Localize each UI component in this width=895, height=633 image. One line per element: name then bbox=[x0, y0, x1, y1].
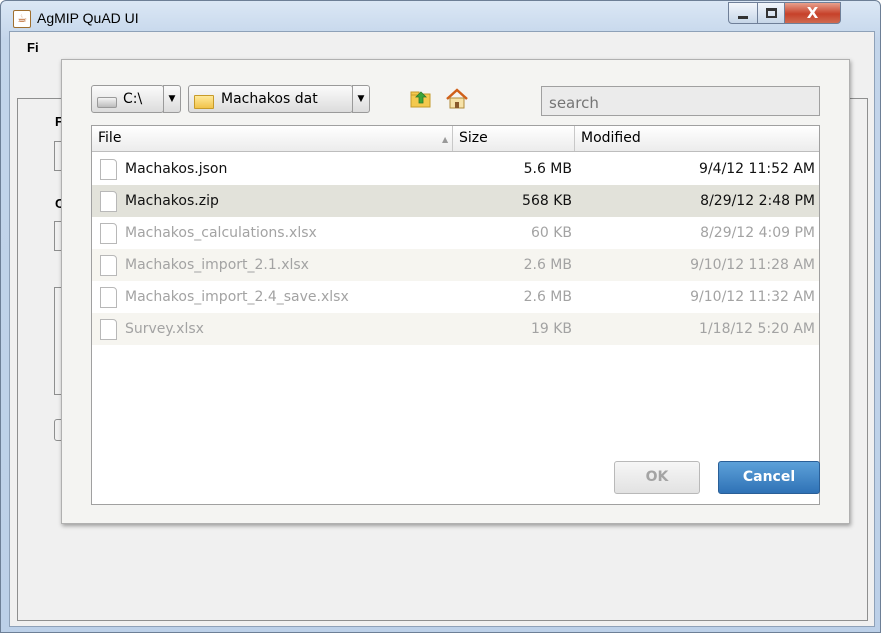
file-table: File ▲ Size Modified Machakos.json 5.6 MB… bbox=[91, 125, 820, 505]
close-button[interactable]: X bbox=[784, 2, 841, 24]
minimize-icon bbox=[738, 16, 748, 19]
file-name-cell: Survey.xlsx bbox=[125, 321, 204, 337]
ok-button[interactable]: OK bbox=[614, 461, 700, 494]
folder-combo-value: Machakos dat bbox=[221, 91, 318, 107]
folder-combo-arrow[interactable]: ▼ bbox=[352, 85, 370, 113]
table-row[interactable]: Machakos.zip 568 KB 8/29/12 2:48 PM bbox=[92, 185, 819, 217]
column-header-size[interactable]: Size bbox=[453, 126, 575, 151]
cancel-button[interactable]: Cancel bbox=[718, 461, 820, 494]
drive-combo-arrow[interactable]: ▼ bbox=[163, 85, 181, 113]
java-app-icon: ☕ bbox=[13, 10, 31, 28]
up-folder-icon[interactable] bbox=[410, 88, 432, 108]
table-row: Machakos_import_2.4_save.xlsx 2.6 MB 9/10/… bbox=[92, 281, 819, 313]
file-name-cell: Machakos.json bbox=[125, 161, 228, 177]
file-icon bbox=[100, 287, 117, 308]
file-modified-cell: 1/18/12 5:20 AM bbox=[699, 321, 815, 337]
search-input[interactable] bbox=[541, 86, 820, 116]
file-name-cell: Machakos_import_2.1.xlsx bbox=[125, 257, 309, 273]
file-modified-cell: 9/10/12 11:28 AM bbox=[690, 257, 815, 273]
home-icon[interactable] bbox=[445, 88, 469, 110]
window-title: AgMIP QuAD UI bbox=[37, 10, 139, 26]
column-header-modified[interactable]: Modified bbox=[575, 126, 819, 151]
file-size-cell: 568 KB bbox=[522, 193, 572, 209]
table-row[interactable]: Machakos.json 5.6 MB 9/4/12 11:52 AM bbox=[92, 153, 819, 185]
file-name-cell: Machakos_import_2.4_save.xlsx bbox=[125, 289, 349, 305]
file-size-cell: 5.6 MB bbox=[523, 161, 572, 177]
drive-icon bbox=[97, 97, 117, 108]
file-modified-cell: 9/10/12 11:32 AM bbox=[690, 289, 815, 305]
menu-file-partial[interactable]: Fi bbox=[27, 40, 39, 55]
close-icon: X bbox=[806, 4, 819, 22]
file-name-cell: Machakos.zip bbox=[125, 193, 219, 209]
file-modified-cell: 8/29/12 2:48 PM bbox=[700, 193, 815, 209]
folder-icon bbox=[194, 95, 214, 109]
maximize-icon bbox=[766, 8, 777, 18]
minimize-button[interactable] bbox=[728, 2, 758, 24]
file-icon bbox=[100, 255, 117, 276]
column-header-file[interactable]: File bbox=[92, 126, 453, 151]
file-size-cell: 19 KB bbox=[530, 321, 572, 337]
file-modified-cell: 9/4/12 11:52 AM bbox=[699, 161, 815, 177]
drive-combo-value: C:\ bbox=[123, 91, 143, 107]
file-modified-cell: 8/29/12 4:09 PM bbox=[700, 225, 815, 241]
file-icon bbox=[100, 319, 117, 340]
file-size-cell: 60 KB bbox=[530, 225, 572, 241]
sort-ascending-icon: ▲ bbox=[442, 135, 449, 144]
table-row: Survey.xlsx 19 KB 1/18/12 5:20 AM bbox=[92, 313, 819, 345]
table-row: Machakos_import_2.1.xlsx 2.6 MB 9/10/12 11… bbox=[92, 249, 819, 281]
table-header: File ▲ Size Modified bbox=[92, 126, 819, 152]
file-icon bbox=[100, 159, 117, 180]
title-bar[interactable]: ☕ AgMIP QuAD UI X bbox=[1, 1, 880, 31]
file-icon bbox=[100, 223, 117, 244]
file-name-cell: Machakos_calculations.xlsx bbox=[125, 225, 317, 241]
file-icon bbox=[100, 191, 117, 212]
table-row: Machakos_calculations.xlsx 60 KB 8/29/12 4… bbox=[92, 217, 819, 249]
file-size-cell: 2.6 MB bbox=[523, 257, 572, 273]
maximize-button[interactable] bbox=[757, 2, 785, 24]
file-size-cell: 2.6 MB bbox=[523, 289, 572, 305]
